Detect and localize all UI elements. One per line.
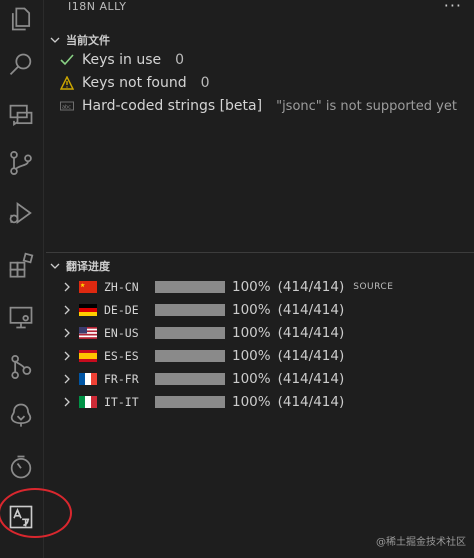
- item-label: Keys in use: [82, 52, 162, 68]
- progress-bar: [155, 327, 225, 339]
- item-count: 0: [200, 75, 210, 91]
- tree-icon[interactable]: [6, 400, 36, 430]
- spain-flag-icon: [79, 350, 97, 362]
- item-description: "jsonc" is not supported yet: [276, 98, 457, 114]
- progress-count: (414/414): [277, 302, 345, 318]
- more-actions-button[interactable]: ···: [444, 0, 462, 15]
- language-row-en-us[interactable]: EN-US 100% (414/414): [62, 325, 344, 341]
- progress-count: (414/414): [277, 325, 345, 341]
- chevron-right-icon: [64, 305, 70, 315]
- progress-count: (414/414): [277, 371, 345, 387]
- language-row-it-it[interactable]: IT-IT 100% (414/414): [62, 394, 344, 410]
- run-debug-icon[interactable]: [6, 198, 36, 228]
- progress-bar: [155, 373, 225, 385]
- source-tag: SOURCE: [353, 282, 394, 292]
- progress-bar: [155, 281, 225, 293]
- language-code: IT-IT: [104, 395, 139, 409]
- chevron-right-icon: [64, 328, 70, 338]
- section-title: 翻译进度: [66, 260, 110, 273]
- language-row-fr-fr[interactable]: FR-FR 100% (414/414): [62, 371, 344, 387]
- progress-count: (414/414): [277, 394, 345, 410]
- progress-percent: 100%: [232, 279, 271, 295]
- section-title: 当前文件: [66, 34, 110, 47]
- language-code: DE-DE: [104, 303, 139, 317]
- progress-percent: 100%: [232, 394, 271, 410]
- progress-count: (414/414): [277, 348, 345, 364]
- remote-window-icon[interactable]: [6, 302, 36, 332]
- extensions-icon[interactable]: [6, 250, 36, 280]
- chevron-down-icon: [50, 37, 60, 43]
- keys-in-use-item[interactable]: Keys in use 0: [60, 52, 184, 68]
- remote-explorer-icon[interactable]: [6, 100, 36, 130]
- panel-title: I18N ALLY: [68, 0, 127, 13]
- section-divider: [46, 252, 474, 253]
- chevron-right-icon: [64, 282, 70, 292]
- chevron-right-icon: [64, 397, 70, 407]
- usa-flag-icon: [79, 327, 97, 339]
- item-count: 0: [175, 52, 185, 68]
- language-row-es-es[interactable]: ES-ES 100% (414/414): [62, 348, 344, 364]
- chevron-right-icon: [64, 351, 70, 361]
- progress-bar: [155, 396, 225, 408]
- language-code: ES-ES: [104, 349, 139, 363]
- explorer-icon[interactable]: [6, 4, 36, 34]
- search-icon[interactable]: [6, 50, 36, 80]
- svg-text:abc: abc: [62, 105, 71, 111]
- progress-percent: 100%: [232, 325, 271, 341]
- keys-not-found-item[interactable]: Keys not found 0: [60, 75, 210, 91]
- language-code: ZH-CN: [104, 280, 139, 294]
- france-flag-icon: [79, 373, 97, 385]
- current-file-section-header[interactable]: 当前文件: [50, 32, 110, 48]
- item-label: Hard-coded strings [beta]: [82, 98, 263, 114]
- chevron-down-icon: [50, 263, 60, 269]
- translation-progress-section-header[interactable]: 翻译进度: [50, 258, 110, 274]
- language-code: EN-US: [104, 326, 139, 340]
- language-row-de-de[interactable]: DE-DE 100% (414/414): [62, 302, 344, 318]
- activity-bar: [0, 0, 72, 558]
- watermark: @稀土掘金技术社区: [376, 537, 466, 548]
- progress-percent: 100%: [232, 302, 271, 318]
- git-graph-icon[interactable]: [6, 352, 36, 382]
- chevron-right-icon: [64, 374, 70, 384]
- i18n-ally-panel: I18N ALLY ··· 当前文件 Keys in use 0 Keys no…: [46, 0, 474, 558]
- timeline-icon[interactable]: [6, 452, 36, 482]
- string-icon: abc: [60, 101, 74, 111]
- china-flag-icon: [79, 281, 97, 293]
- check-icon: [60, 54, 74, 66]
- progress-bar: [155, 350, 225, 362]
- progress-bar: [155, 304, 225, 316]
- progress-percent: 100%: [232, 371, 271, 387]
- italy-flag-icon: [79, 396, 97, 408]
- language-row-zh-cn[interactable]: ZH-CN 100% (414/414) SOURCE: [62, 279, 393, 295]
- progress-count: (414/414): [277, 279, 345, 295]
- germany-flag-icon: [79, 304, 97, 316]
- language-code: FR-FR: [104, 372, 139, 386]
- source-control-icon[interactable]: [6, 148, 36, 178]
- warning-icon: [60, 76, 74, 90]
- item-label: Keys not found: [82, 75, 187, 91]
- hard-coded-strings-item[interactable]: abc Hard-coded strings [beta] "jsonc" is…: [60, 98, 457, 114]
- progress-percent: 100%: [232, 348, 271, 364]
